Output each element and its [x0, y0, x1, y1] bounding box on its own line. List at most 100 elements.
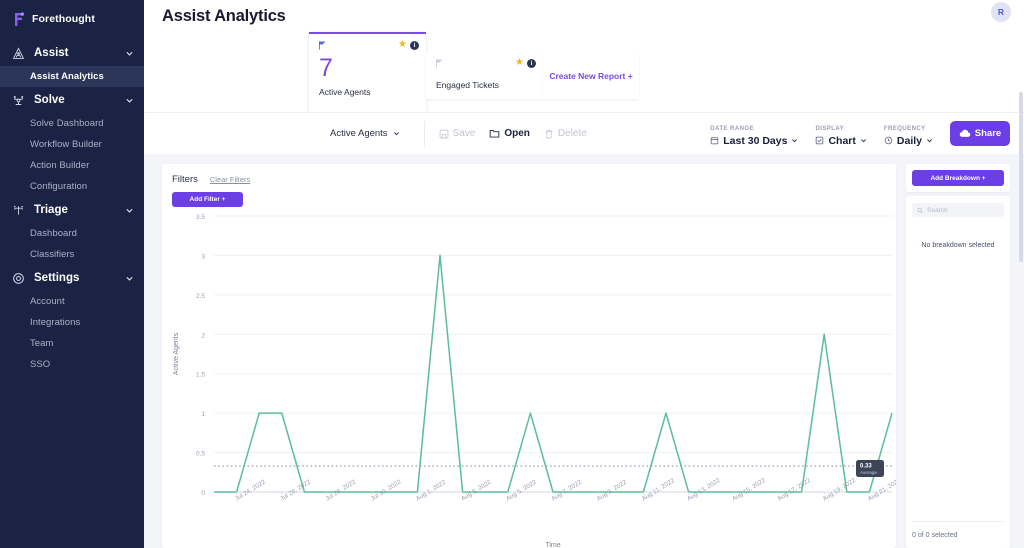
report-card-engaged-tickets[interactable]: ★ i Engaged Tickets [426, 52, 543, 99]
y-tick-label: 2 [201, 332, 205, 339]
search-input[interactable] [927, 207, 999, 214]
x-tick-label: Jul 26, 2022 [279, 478, 312, 502]
report-card-active-agents[interactable]: ★ i 7 Active Agents [309, 32, 426, 112]
sidebar-group-label: Settings [34, 272, 125, 284]
x-tick-label: Aug 1, 2022 [415, 478, 448, 502]
chevron-down-icon [791, 137, 798, 144]
chevron-down-icon [125, 274, 134, 283]
display-caption: DISPLAY [815, 126, 866, 132]
x-tick-label: Aug 19, 2022 [822, 477, 858, 503]
sidebar-item-label: Classifiers [30, 249, 74, 260]
add-breakdown-button[interactable]: Add Breakdown + [912, 170, 1004, 186]
chart-check-icon [815, 136, 824, 145]
frequency-text: Daily [897, 135, 922, 147]
chart-container: 00.511.522.533.5Active AgentsJul 24, 202… [162, 208, 896, 548]
report-card-label: Engaged Tickets [436, 80, 535, 90]
avatar[interactable]: R [991, 2, 1011, 22]
sidebar-item-classifiers[interactable]: Classifiers [0, 244, 144, 265]
sidebar-item-configuration[interactable]: Configuration [0, 176, 144, 197]
frequency-caption: FREQUENCY [884, 126, 933, 132]
page-scrollbar-thumb[interactable] [1019, 92, 1023, 262]
clock-icon [884, 136, 893, 145]
app-root: Forethought Assist Assist Analytics [0, 0, 1024, 548]
sidebar-item-account[interactable]: Account [0, 291, 144, 312]
sidebar-item-label: Action Builder [30, 160, 89, 171]
report-selector-label: Active Agents [330, 128, 388, 139]
sidebar-item-triage-dashboard[interactable]: Dashboard [0, 223, 144, 244]
y-tick-label: 0 [201, 490, 205, 497]
display-control: DISPLAY Chart [815, 126, 866, 147]
star-icon[interactable]: ★ [515, 58, 524, 68]
card-badges: ★ i [515, 58, 536, 68]
save-button[interactable]: Save [439, 128, 476, 139]
x-tick-label: Aug 3, 2022 [460, 478, 493, 502]
save-icon [439, 129, 449, 139]
sidebar-group-triage[interactable]: Triage [0, 197, 144, 223]
solve-icon [10, 92, 26, 108]
active-agents-line-chart[interactable]: 00.511.522.533.5Active AgentsJul 24, 202… [162, 208, 896, 548]
breakdown-search[interactable] [912, 203, 1004, 217]
sidebar-item-label: Solve Dashboard [30, 118, 104, 129]
settings-gear-icon [10, 270, 26, 286]
clear-filters-link[interactable]: Clear Filters [210, 175, 250, 184]
content-area: Filters Clear Filters Add Filter + 00.51… [144, 154, 1024, 548]
share-button[interactable]: Share [950, 121, 1010, 146]
y-tick-label: 3.5 [196, 214, 205, 221]
delete-button[interactable]: Delete [544, 128, 587, 139]
sidebar-item-label: Integrations [30, 317, 80, 328]
info-badge-icon[interactable]: i [527, 59, 536, 68]
filters-row: Filters Clear Filters [172, 174, 886, 185]
sidebar-group-solve[interactable]: Solve [0, 87, 144, 113]
add-filter-button[interactable]: Add Filter + [172, 192, 243, 207]
cloud-icon [959, 129, 971, 138]
chart-panel: Filters Clear Filters Add Filter + 00.51… [162, 164, 896, 548]
star-icon[interactable]: ★ [398, 40, 407, 50]
sidebar-item-label: Dashboard [30, 228, 77, 239]
frequency-value[interactable]: Daily [884, 135, 933, 147]
breakdown-panel: Add Breakdown + No breakdown selected 0 … [906, 164, 1010, 548]
date-range-control: DATE RANGE Last 30 Days [710, 126, 798, 147]
report-card-value: 7 [319, 54, 418, 82]
save-label: Save [453, 128, 476, 139]
y-tick-label: 2.5 [196, 293, 205, 300]
sidebar-item-label: SSO [30, 359, 50, 370]
date-range-text: Last 30 Days [723, 135, 787, 147]
breakdown-empty-text: No breakdown selected [912, 242, 1004, 249]
sidebar-group-assist[interactable]: Assist [0, 40, 144, 66]
display-value[interactable]: Chart [815, 135, 866, 147]
sidebar-item-sso[interactable]: SSO [0, 354, 144, 375]
date-range-value[interactable]: Last 30 Days [710, 135, 798, 147]
x-tick-label: Aug 13, 2022 [686, 477, 722, 503]
chevron-down-icon [860, 137, 867, 144]
calendar-icon [710, 136, 719, 145]
toolbar-actions: Save Open Delete [439, 128, 587, 139]
sidebar-item-assist-analytics[interactable]: Assist Analytics [0, 66, 144, 87]
create-new-report-label: Create New Report + [549, 71, 632, 81]
sidebar-item-label: Assist Analytics [30, 71, 104, 82]
open-button[interactable]: Open [489, 128, 530, 139]
brand[interactable]: Forethought [0, 4, 144, 34]
x-tick-label: Jul 30, 2022 [370, 478, 403, 502]
forethought-logo-icon [12, 12, 26, 27]
report-selector[interactable]: Active Agents [330, 128, 400, 139]
create-new-report-button[interactable]: Create New Report + [543, 52, 639, 99]
info-badge-icon[interactable]: i [410, 41, 419, 50]
sidebar-item-integrations[interactable]: Integrations [0, 312, 144, 333]
card-badges: ★ i [398, 40, 419, 50]
x-tick-label: Aug 9, 2022 [596, 478, 629, 502]
main-area: Assist Analytics R ★ i 7 Active Agents [144, 0, 1024, 548]
svg-text:0.33: 0.33 [860, 463, 872, 469]
y-tick-label: 1 [201, 411, 205, 418]
sidebar-group-label: Assist [34, 47, 125, 59]
sidebar-item-team[interactable]: Team [0, 333, 144, 354]
breakdown-footer: 0 of 0 selected [912, 521, 1004, 548]
sidebar-item-solve-dashboard[interactable]: Solve Dashboard [0, 113, 144, 134]
x-tick-label: Aug 21, 2022 [867, 477, 896, 503]
sidebar-item-workflow-builder[interactable]: Workflow Builder [0, 134, 144, 155]
chevron-down-icon [125, 206, 134, 215]
flag-icon [436, 59, 444, 68]
sidebar-item-action-builder[interactable]: Action Builder [0, 155, 144, 176]
sidebar-item-label: Team [30, 338, 53, 349]
x-tick-label: Aug 7, 2022 [550, 478, 583, 502]
sidebar-group-settings[interactable]: Settings [0, 265, 144, 291]
